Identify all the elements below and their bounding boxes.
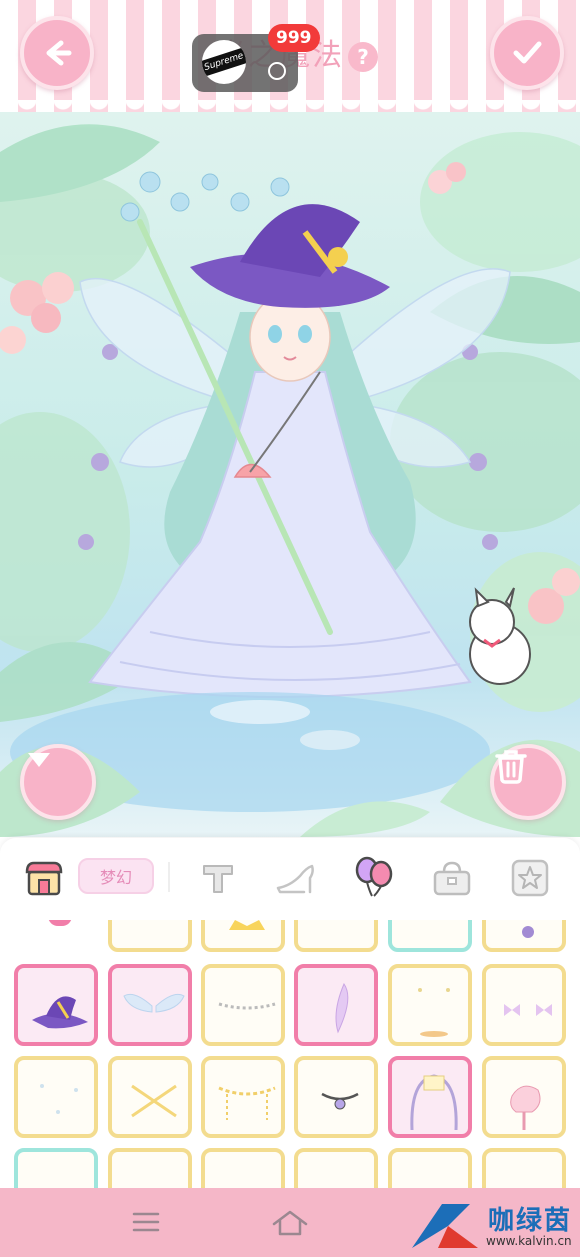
sparkles-icon xyxy=(418,988,450,1037)
scene-illustration xyxy=(0,124,580,837)
crown-icon xyxy=(229,920,265,930)
snow-icon xyxy=(40,1084,78,1114)
alarm-icon xyxy=(268,62,286,80)
grid-item[interactable] xyxy=(201,1148,285,1188)
grid-item[interactable] xyxy=(482,1148,566,1188)
tab-favorites[interactable] xyxy=(508,856,552,900)
tab-shop[interactable] xyxy=(22,856,66,900)
gem-necklace-icon xyxy=(321,1092,359,1110)
shoe-icon xyxy=(276,864,314,894)
grid-item[interactable] xyxy=(388,920,472,952)
delete-button[interactable] xyxy=(490,744,566,820)
crossed-wands-icon xyxy=(131,1084,177,1118)
category-tab-bar: 梦幻 xyxy=(0,838,580,920)
bows-icon xyxy=(504,1004,552,1016)
witch-hat-icon xyxy=(32,996,88,1029)
grid-item[interactable] xyxy=(108,920,192,952)
grid-item[interactable] xyxy=(294,1148,378,1188)
tab-shoes[interactable] xyxy=(274,856,318,900)
logo-text: Supreme xyxy=(202,47,246,77)
wings-icon xyxy=(123,993,185,1013)
bag-icon xyxy=(433,861,471,896)
necklace-icon xyxy=(218,1002,276,1010)
help-button[interactable]: ? xyxy=(348,42,378,72)
grid-item-snow[interactable] xyxy=(14,1056,98,1138)
tab-text[interactable] xyxy=(196,856,240,900)
grid-item-gold-chain[interactable] xyxy=(201,1056,285,1138)
flower-arch-icon xyxy=(410,1074,458,1131)
balloon-icon xyxy=(355,856,393,897)
grid-item-feather[interactable] xyxy=(294,964,378,1046)
back-arrow-icon xyxy=(46,40,72,66)
grid-item-crossed-wands[interactable] xyxy=(108,1056,192,1138)
grid-item-sparkles[interactable] xyxy=(388,964,472,1046)
tab-bag[interactable] xyxy=(430,856,474,900)
tab-divider xyxy=(168,862,170,892)
grid-item[interactable] xyxy=(14,1148,98,1188)
menu-icon[interactable] xyxy=(130,1208,162,1236)
grid-item-witch-hat[interactable] xyxy=(14,964,98,1046)
text-tool-icon xyxy=(203,865,233,893)
trash-icon xyxy=(495,750,527,784)
grid-item-ornament[interactable] xyxy=(482,920,566,952)
grid-item-gem-necklace[interactable] xyxy=(294,1056,378,1138)
chevron-down-icon xyxy=(28,753,50,767)
grid-item[interactable] xyxy=(108,1148,192,1188)
watermark: 咖绿茵 www.kalvin.cn xyxy=(408,1196,580,1254)
watermark-logo xyxy=(412,1204,478,1248)
supreme-logo: Supreme xyxy=(202,40,246,84)
ornament-icon xyxy=(522,926,534,938)
carousel-icon xyxy=(510,1085,541,1130)
tab-balloons[interactable] xyxy=(352,856,396,900)
feather-icon xyxy=(335,982,349,1034)
shop-icon xyxy=(25,861,63,896)
grid-item[interactable] xyxy=(294,920,378,952)
gold-chain-icon xyxy=(218,1086,276,1120)
notification-badge: 999 xyxy=(268,24,320,52)
tab-fantasy[interactable]: 梦幻 xyxy=(78,858,154,894)
watermark-name: 咖绿茵 xyxy=(488,1206,573,1236)
grid-item-flower-arch[interactable] xyxy=(388,1056,472,1138)
back-button[interactable] xyxy=(20,16,94,90)
scroll-indicator xyxy=(48,920,72,926)
grid-item[interactable] xyxy=(388,1148,472,1188)
confirm-button[interactable] xyxy=(490,16,564,90)
star-icon xyxy=(511,859,549,897)
dressup-scene xyxy=(0,112,580,837)
grid-item-bows[interactable] xyxy=(482,964,566,1046)
grid-item-wings[interactable] xyxy=(108,964,192,1046)
check-icon xyxy=(513,41,542,64)
grid-item-carousel[interactable] xyxy=(482,1056,566,1138)
collapse-button[interactable] xyxy=(20,744,96,820)
home-icon[interactable] xyxy=(270,1206,310,1238)
grid-item-necklace[interactable] xyxy=(201,964,285,1046)
watermark-url: www.kalvin.cn xyxy=(486,1234,572,1248)
grid-item-crown[interactable] xyxy=(201,920,285,952)
item-grid xyxy=(0,920,580,1188)
